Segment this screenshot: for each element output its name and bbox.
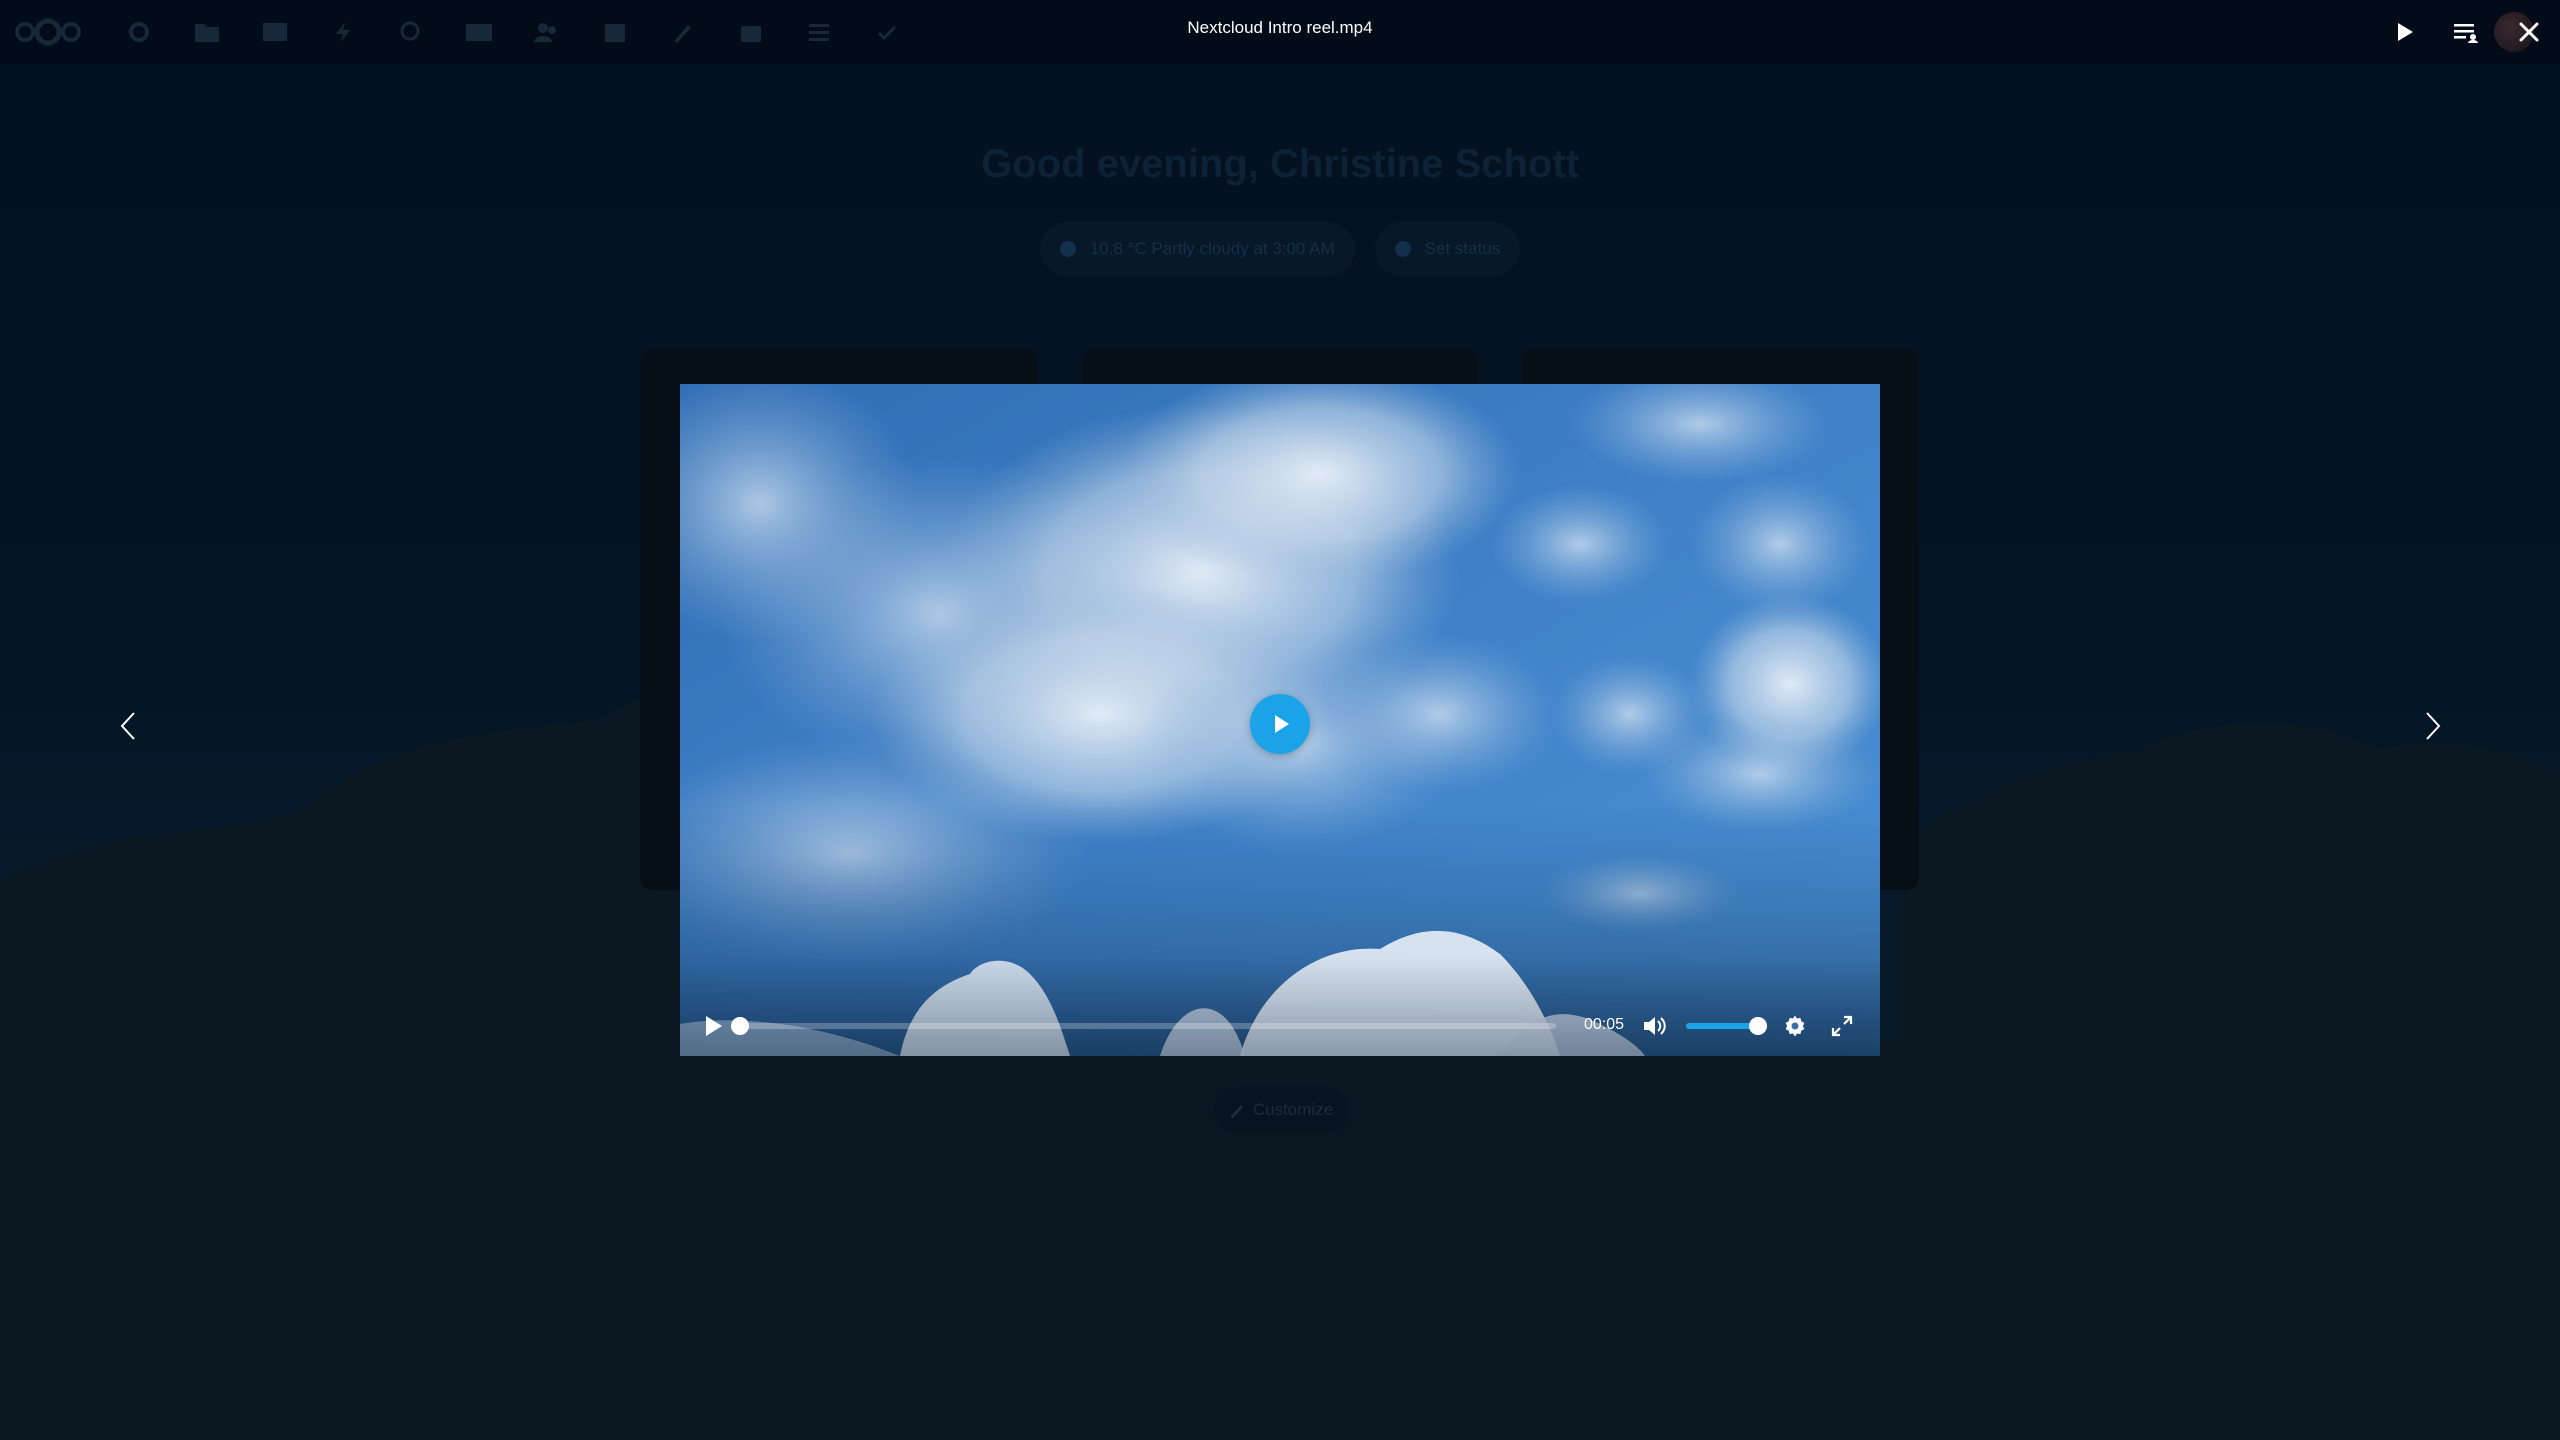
slideshow-play-button[interactable]	[2384, 12, 2424, 52]
play-icon	[1275, 715, 1289, 733]
volume-fill	[1686, 1023, 1758, 1029]
sidebar-toggle-button[interactable]	[2446, 12, 2486, 52]
status-row: 10.8 °C Partly cloudy at 3:00 AM Set sta…	[0, 222, 2560, 276]
weather-icon	[1059, 241, 1076, 257]
next-button[interactable]	[2408, 702, 2456, 750]
progress-bar[interactable]	[731, 1017, 1556, 1035]
close-viewer-button[interactable]	[2509, 12, 2549, 52]
progress-handle[interactable]	[731, 1017, 749, 1035]
pencil-icon	[1230, 1105, 1243, 1118]
customize-button[interactable]: Customize	[1214, 1087, 1348, 1133]
play-icon	[706, 1016, 722, 1036]
sidebar-toggle-icon	[2454, 24, 2478, 43]
big-play-button[interactable]	[1250, 694, 1310, 754]
play-button[interactable]	[698, 1011, 728, 1041]
chevron-right-icon	[2426, 712, 2441, 740]
video-controls: 00:05	[680, 956, 1880, 1056]
gear-icon	[1785, 1015, 1805, 1037]
volume-icon	[1644, 1017, 1666, 1035]
previous-button[interactable]	[105, 702, 153, 750]
current-time: 00:05	[1584, 1016, 1625, 1033]
fullscreen-icon	[1831, 1015, 1853, 1037]
set-status-text: Set status	[1424, 239, 1501, 258]
viewer-stage: Good evening, Christine Schott 10.8 °C P…	[0, 0, 2560, 1440]
settings-button[interactable]	[1780, 1011, 1810, 1041]
slideshow-play-icon	[2398, 23, 2413, 41]
volume-slider[interactable]	[1686, 1017, 1767, 1035]
set-status-pill[interactable]: Set status	[1374, 222, 1521, 276]
viewer-file-title: Nextcloud Intro reel.mp4	[1187, 18, 1373, 37]
fullscreen-button[interactable]	[1827, 1011, 1857, 1041]
weather-pill[interactable]: 10.8 °C Partly cloudy at 3:00 AM	[1039, 222, 1355, 276]
customize-label: Customize	[1252, 1100, 1334, 1119]
volume-handle[interactable]	[1749, 1017, 1767, 1035]
video-player[interactable]: 00:05	[680, 384, 1880, 1056]
weather-text: 10.8 °C Partly cloudy at 3:00 AM	[1089, 239, 1335, 258]
status-icon	[1394, 241, 1411, 257]
dashboard-greeting: Good evening, Christine Schott	[981, 142, 1579, 186]
close-icon	[2519, 22, 2539, 42]
chevron-left-icon	[120, 712, 135, 740]
mute-button[interactable]	[1640, 1011, 1670, 1041]
